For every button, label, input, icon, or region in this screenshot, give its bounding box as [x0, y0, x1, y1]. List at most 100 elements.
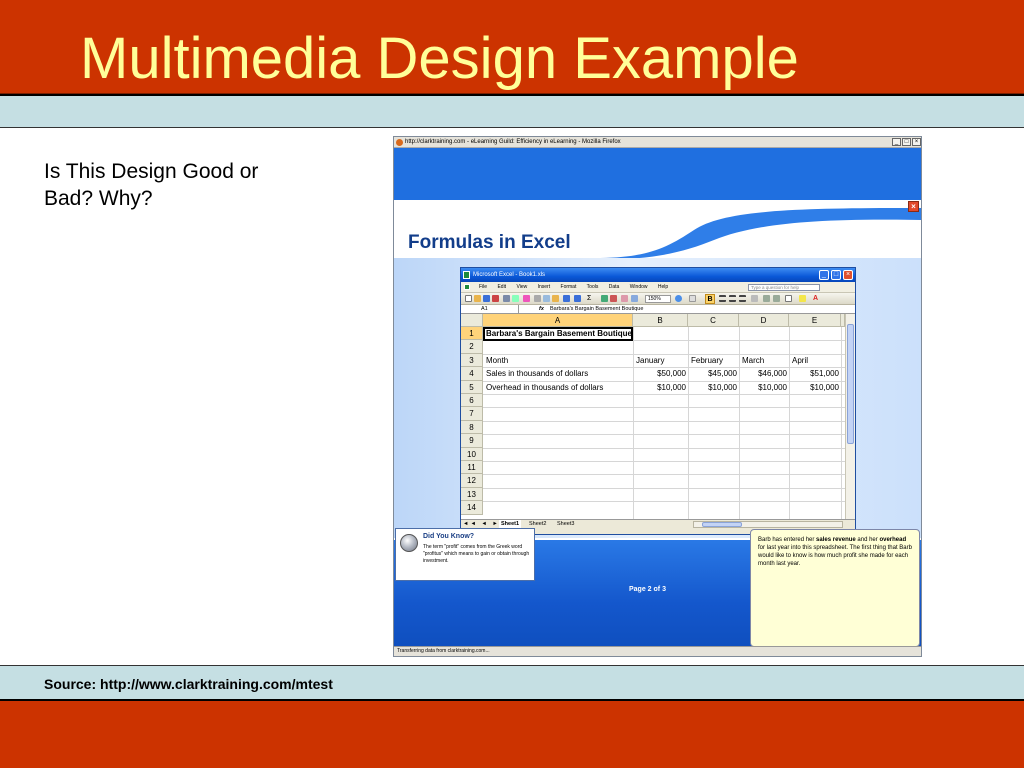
note-bold-overhead: overhead: [879, 537, 907, 543]
cell-e3[interactable]: April: [792, 354, 808, 367]
cell-e4[interactable]: $51,000: [789, 367, 839, 380]
select-all-corner[interactable]: [461, 314, 483, 327]
row-header[interactable]: 3: [461, 353, 483, 368]
tab-sheet3[interactable]: Sheet3: [555, 520, 576, 529]
print-icon[interactable]: [503, 295, 510, 302]
menu-data[interactable]: Data: [609, 284, 620, 290]
close-icon[interactable]: ×: [912, 138, 921, 146]
menu-tools[interactable]: Tools: [587, 284, 599, 290]
menu-format[interactable]: Format: [561, 284, 577, 290]
menu-file[interactable]: File: [479, 284, 487, 290]
column-header-b[interactable]: B: [633, 314, 688, 327]
cell-d5[interactable]: $10,000: [739, 381, 787, 394]
sort-descending-icon[interactable]: [610, 295, 617, 302]
permission-icon[interactable]: [492, 295, 499, 302]
cell-c5[interactable]: $10,000: [688, 381, 737, 394]
vertical-scrollbar[interactable]: [845, 314, 855, 519]
browser-titlebar: http://clarktraining.com - eLearning Gui…: [394, 137, 921, 148]
font-color-icon[interactable]: A: [813, 295, 820, 302]
formula-input[interactable]: Barbara's Bargain Basement Boutique: [550, 305, 643, 314]
function-icon[interactable]: fx: [539, 305, 544, 314]
row-header[interactable]: 1: [461, 327, 483, 341]
column-header-a[interactable]: A: [483, 314, 633, 327]
zoom-select[interactable]: 150%: [645, 295, 671, 303]
merge-center-icon[interactable]: [751, 295, 758, 302]
fill-color-icon[interactable]: [799, 295, 806, 302]
source-citation: Source: http://www.clarktraining.com/mte…: [44, 676, 333, 692]
source-strip: Source: http://www.clarktraining.com/mte…: [0, 665, 1024, 701]
column-header-d[interactable]: D: [739, 314, 789, 327]
horizontal-scrollbar[interactable]: [693, 521, 843, 528]
maximize-icon[interactable]: □: [902, 138, 911, 146]
menu-help[interactable]: Help: [658, 284, 668, 290]
drawing-icon[interactable]: [631, 295, 638, 302]
sort-ascending-icon[interactable]: [601, 295, 608, 302]
row-header[interactable]: 4: [461, 367, 483, 381]
row-header[interactable]: 6: [461, 394, 483, 408]
open-icon[interactable]: [474, 295, 481, 302]
row-header[interactable]: 13: [461, 487, 483, 502]
lesson-close-button[interactable]: ×: [908, 201, 919, 212]
help-icon[interactable]: [675, 295, 682, 302]
row-header[interactable]: 12: [461, 474, 483, 488]
page-indicator: Page 2 of 3: [629, 586, 666, 593]
row-header[interactable]: 11: [461, 461, 483, 475]
cell-d4[interactable]: $46,000: [739, 367, 787, 380]
vertical-scroll-thumb[interactable]: [847, 324, 854, 444]
row-header[interactable]: 5: [461, 380, 483, 394]
cell-e5[interactable]: $10,000: [789, 381, 839, 394]
align-center-icon[interactable]: [729, 295, 736, 302]
content-top-band: [394, 148, 921, 200]
minimize-icon[interactable]: _: [892, 138, 901, 146]
horizontal-scroll-thumb[interactable]: [702, 522, 742, 527]
cell-c3[interactable]: February: [691, 354, 723, 367]
excel-minimize-icon[interactable]: _: [819, 270, 829, 280]
menu-insert[interactable]: Insert: [538, 284, 551, 290]
align-right-icon[interactable]: [739, 295, 746, 302]
increase-indent-icon[interactable]: [773, 295, 780, 302]
row-header[interactable]: 7: [461, 407, 483, 421]
did-you-know-title: Did You Know?: [423, 533, 475, 540]
copy-icon[interactable]: [543, 295, 550, 302]
row-header[interactable]: 10: [461, 447, 483, 461]
undo-icon[interactable]: [563, 295, 570, 302]
spreadsheet-grid[interactable]: A B C D E 1 2 3 4 5 6 7 8 9 10 11 12 13: [461, 314, 855, 519]
cell-a4[interactable]: Sales in thousands of dollars: [486, 367, 588, 380]
row-header[interactable]: 8: [461, 420, 483, 435]
decrease-indent-icon[interactable]: [763, 295, 770, 302]
cell-b3[interactable]: January: [636, 354, 664, 367]
cell-d3[interactable]: March: [742, 354, 764, 367]
borders-icon[interactable]: [785, 295, 792, 302]
new-icon[interactable]: [465, 295, 472, 302]
cut-icon[interactable]: [534, 295, 541, 302]
cell-a5[interactable]: Overhead in thousands of dollars: [486, 381, 603, 394]
gridline: [483, 447, 845, 449]
gridline: [483, 434, 845, 436]
row-header[interactable]: 14: [461, 501, 483, 515]
cell-a3[interactable]: Month: [486, 354, 508, 367]
row-header[interactable]: 9: [461, 434, 483, 448]
excel-maximize-icon[interactable]: □: [831, 270, 841, 280]
paste-icon[interactable]: [552, 295, 559, 302]
cell-c4[interactable]: $45,000: [688, 367, 737, 380]
print-preview-icon[interactable]: [512, 295, 519, 302]
row-header[interactable]: 2: [461, 340, 483, 354]
font-size-icon[interactable]: [689, 295, 696, 302]
spelling-icon[interactable]: [523, 295, 530, 302]
column-header-e[interactable]: E: [789, 314, 841, 327]
align-left-icon[interactable]: [719, 295, 726, 302]
chart-wizard-icon[interactable]: [621, 295, 628, 302]
autosum-icon[interactable]: Σ: [587, 295, 594, 302]
menu-window[interactable]: Window: [630, 284, 648, 290]
save-icon[interactable]: [483, 295, 490, 302]
name-box[interactable]: A1: [463, 305, 519, 314]
cell-b5[interactable]: $10,000: [633, 381, 686, 394]
bold-button[interactable]: B: [705, 294, 715, 304]
cell-b4[interactable]: $50,000: [633, 367, 686, 380]
menu-edit[interactable]: Edit: [497, 284, 506, 290]
menu-view[interactable]: View: [516, 284, 527, 290]
help-search-input[interactable]: Type a question for help: [748, 284, 820, 291]
redo-icon[interactable]: [574, 295, 581, 302]
excel-close-icon[interactable]: ×: [843, 270, 853, 280]
column-header-c[interactable]: C: [688, 314, 739, 327]
